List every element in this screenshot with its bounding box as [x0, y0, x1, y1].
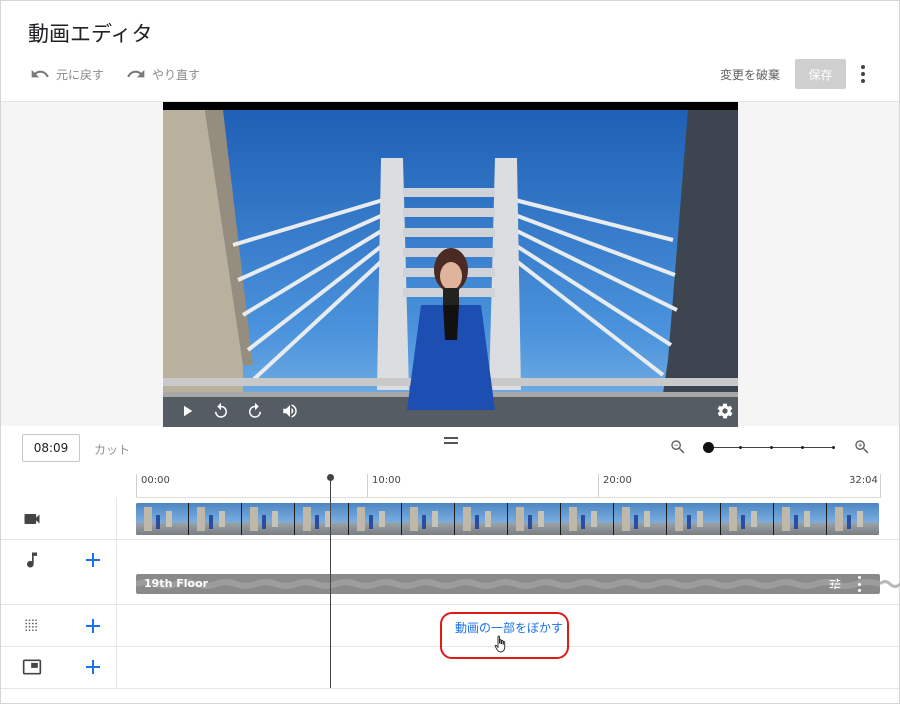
undo-button[interactable]: 元に戻す	[30, 64, 104, 84]
gear-icon	[717, 403, 733, 419]
timeline-ruler[interactable]: 00:00 10:00 20:00 32:04	[136, 470, 881, 498]
track-divider	[1, 688, 899, 689]
ruler-tick	[367, 474, 368, 498]
filmstrip-frame	[242, 503, 295, 535]
redo-button[interactable]: やり直す	[126, 64, 200, 84]
ruler-baseline	[136, 497, 881, 498]
cut-button[interactable]: カット	[94, 441, 130, 458]
video-camera-icon	[24, 514, 40, 524]
zoom-slider-tick	[770, 446, 773, 449]
volume-button[interactable]	[280, 401, 300, 421]
filmstrip-frame	[561, 503, 614, 535]
track-divider	[1, 604, 899, 605]
rewind-10-button[interactable]	[211, 401, 231, 421]
page-title: 動画エディタ	[28, 22, 153, 46]
zoom-slider-tick	[801, 446, 804, 449]
video-track-clip[interactable]	[136, 503, 879, 535]
blur-track-header	[22, 616, 42, 636]
end-screen-icon	[22, 659, 42, 675]
ruler-label: 32:04	[849, 475, 878, 486]
filmstrip-frame	[826, 503, 879, 535]
more-vert-icon[interactable]	[856, 62, 870, 86]
zoom-out-icon[interactable]	[669, 438, 687, 456]
current-time-field[interactable]: 08:09	[22, 434, 80, 462]
forward-10-button[interactable]	[245, 401, 265, 421]
filmstrip-frame	[401, 503, 454, 535]
add-audio-button[interactable]	[84, 551, 102, 569]
filmstrip-frame	[454, 503, 507, 535]
video-frame	[163, 110, 738, 427]
equalizer-icon[interactable]	[828, 577, 842, 591]
ruler-label: 20:00	[603, 475, 632, 486]
discard-changes-button[interactable]: 変更を破棄	[720, 66, 780, 83]
zoom-slider-tick	[832, 446, 835, 449]
ruler-tick	[136, 474, 137, 498]
redo-label: やり直す	[152, 67, 201, 82]
filmstrip-frame	[136, 503, 189, 535]
blur-grid-icon	[25, 619, 37, 631]
audio-more-vert-icon[interactable]	[856, 576, 862, 592]
filmstrip-frame	[614, 503, 667, 535]
zoom-slider-tick	[739, 446, 742, 449]
filmstrip-frame	[667, 503, 720, 535]
forward-10-icon	[249, 402, 261, 418]
endscreen-track-header	[22, 657, 42, 677]
filmstrip-frame	[720, 503, 773, 535]
ruler-label: 00:00	[141, 475, 170, 486]
hand-cursor-icon	[494, 635, 506, 653]
filmstrip-frame	[189, 503, 242, 535]
add-endscreen-button[interactable]	[84, 658, 102, 676]
redo-icon	[127, 69, 145, 78]
video-track-header	[22, 509, 42, 529]
volume-icon	[283, 404, 297, 418]
play-button[interactable]	[177, 401, 197, 421]
undo-label: 元に戻す	[56, 67, 105, 82]
rewind-10-icon	[215, 402, 227, 418]
ruler-label: 10:00	[372, 475, 401, 486]
audio-track-clip[interactable]: 19th Floor	[136, 574, 880, 594]
preview-area	[1, 101, 899, 427]
add-blur-button[interactable]	[84, 617, 102, 635]
filmstrip-frame	[773, 503, 826, 535]
video-player[interactable]	[163, 102, 738, 427]
audio-track-title: 19th Floor	[144, 577, 209, 590]
zoom-slider[interactable]	[703, 440, 837, 454]
track-divider	[1, 539, 899, 540]
playhead-knob[interactable]	[327, 474, 334, 481]
filmstrip-frame	[348, 503, 401, 535]
audio-track-header	[22, 550, 42, 570]
ruler-tick	[880, 474, 881, 498]
audio-waveform	[136, 579, 880, 589]
play-icon	[184, 405, 193, 417]
zoom-slider-knob[interactable]	[703, 442, 714, 453]
video-settings-button[interactable]	[715, 401, 735, 421]
ruler-tick	[598, 474, 599, 498]
save-button[interactable]: 保存	[795, 59, 846, 89]
audio-waveform-tail	[880, 580, 900, 588]
playhead[interactable]	[330, 474, 331, 688]
music-note-icon	[27, 552, 37, 568]
resize-handle[interactable]	[444, 437, 458, 444]
undo-icon	[31, 69, 49, 78]
zoom-in-icon[interactable]	[853, 438, 871, 456]
filmstrip-frame	[507, 503, 561, 535]
filmstrip-frame	[295, 503, 348, 535]
track-header-divider	[116, 498, 117, 688]
